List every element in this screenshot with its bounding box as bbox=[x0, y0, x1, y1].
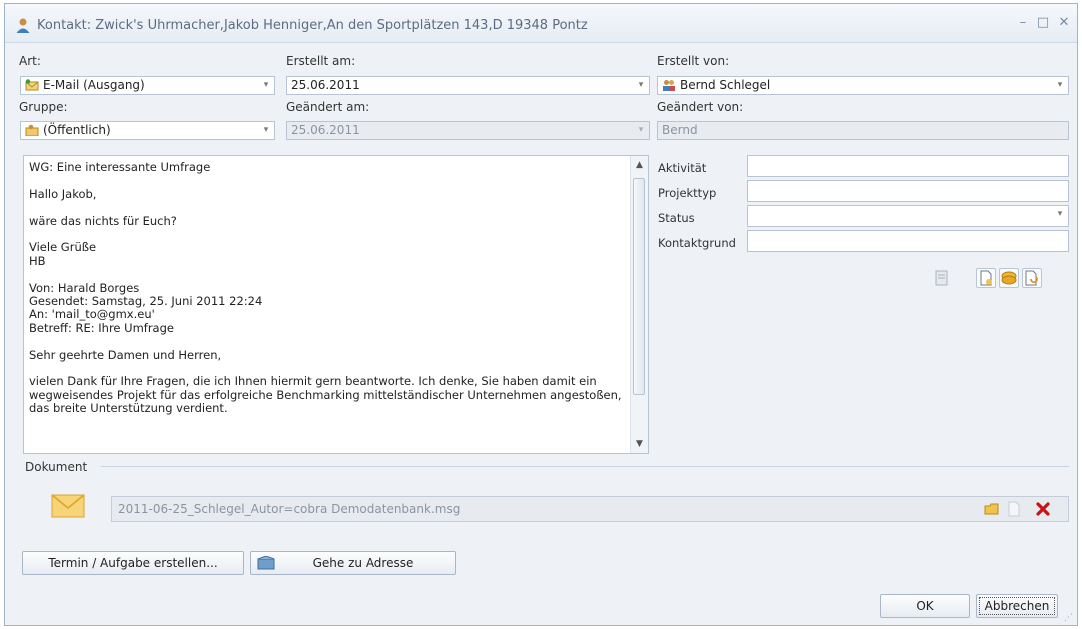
contact-dialog: Kontakt: Zwick's Uhrmacher,Jakob Hennige… bbox=[4, 3, 1078, 626]
section-divider bbox=[101, 466, 1069, 467]
memo-scrollbar[interactable]: ▲ ▼ bbox=[630, 156, 648, 453]
memo-line: Viele Grüße bbox=[29, 240, 97, 255]
geaendert-am-label: Geändert am: bbox=[286, 100, 370, 114]
create-appointment-button[interactable]: Termin / Aufgabe erstellen... bbox=[22, 551, 244, 575]
erstellt-am-value: 25.06.2011 bbox=[291, 78, 360, 92]
ok-button[interactable]: OK bbox=[880, 594, 970, 618]
memo-content[interactable]: WG: Eine interessante Umfrage Hallo Jakob… bbox=[29, 160, 627, 416]
dropdown-arrow-icon[interactable]: ▾ bbox=[1052, 77, 1068, 94]
maximize-button[interactable]: □ bbox=[1032, 14, 1054, 32]
projekttyp-input[interactable] bbox=[747, 180, 1069, 202]
group-folder-icon bbox=[25, 124, 39, 136]
memo-line bbox=[29, 335, 627, 348]
memo-line bbox=[29, 362, 627, 375]
dokument-label: Dokument bbox=[25, 460, 88, 474]
geaendert-von-label: Geändert von: bbox=[657, 100, 744, 114]
dropdown-arrow-icon[interactable]: ▾ bbox=[258, 77, 274, 94]
cancel-button[interactable]: Abbrechen bbox=[976, 594, 1058, 618]
memo-line: wäre das nichts für Euch? bbox=[29, 213, 177, 228]
delete-icon[interactable] bbox=[1035, 501, 1051, 517]
projekttyp-label: Projekttyp bbox=[658, 186, 717, 200]
contact-person-icon bbox=[16, 18, 30, 33]
memo-textarea[interactable]: WG: Eine interessante Umfrage Hallo Jakob… bbox=[23, 155, 649, 454]
gruppe-value: (Öffentlich) bbox=[43, 123, 111, 137]
window-title: Kontakt: Zwick's Uhrmacher,Jakob Hennige… bbox=[37, 18, 588, 33]
erstellt-am-label: Erstellt am: bbox=[286, 54, 356, 68]
memo-line: Von: Harald Borges bbox=[29, 280, 140, 295]
memo-line: WG: Eine interessante Umfrage bbox=[29, 160, 211, 174]
art-label: Art: bbox=[19, 54, 41, 68]
dropdown-arrow-icon[interactable]: ▾ bbox=[1052, 206, 1068, 223]
erstellt-von-value: Bernd Schlegel bbox=[680, 78, 771, 92]
status-label: Status bbox=[658, 211, 695, 225]
gruppe-select[interactable]: (Öffentlich) ▾ bbox=[20, 121, 275, 140]
minimize-button[interactable]: – bbox=[1012, 14, 1034, 32]
go-to-address-button[interactable]: Gehe zu Adresse bbox=[250, 551, 456, 575]
go-to-address-label: Gehe zu Adresse bbox=[312, 556, 414, 570]
close-button[interactable]: ✕ bbox=[1053, 14, 1075, 32]
memo-line: Hallo Jakob, bbox=[29, 186, 97, 201]
memo-line: Betreff: RE: Ihre Umfrage bbox=[29, 320, 174, 335]
dropdown-arrow-icon[interactable]: ▾ bbox=[633, 77, 649, 94]
document-disabled-icon bbox=[932, 268, 952, 288]
title-bar[interactable]: Kontakt: Zwick's Uhrmacher,Jakob Hennige… bbox=[5, 4, 1077, 43]
memo-line bbox=[29, 228, 627, 241]
aktivitaet-input[interactable] bbox=[747, 155, 1069, 177]
kontaktgrund-label: Kontaktgrund bbox=[658, 236, 736, 250]
memo-line: wegweisendes Projekt für das erfolgreich… bbox=[29, 387, 622, 402]
erstellt-am-datepicker[interactable]: 25.06.2011 ▾ bbox=[286, 76, 650, 95]
document-sync-icon[interactable] bbox=[1022, 268, 1042, 288]
memo-line: An: 'mail_to@gmx.eu' bbox=[29, 307, 155, 322]
dropdown-arrow-icon[interactable]: ▾ bbox=[258, 122, 274, 139]
kontaktgrund-input[interactable] bbox=[747, 230, 1069, 252]
database-icon[interactable] bbox=[999, 268, 1019, 288]
copy-document-icon[interactable] bbox=[1006, 501, 1022, 517]
gruppe-label: Gruppe: bbox=[19, 100, 68, 114]
memo-line: Sehr geehrte Damen und Herren, bbox=[29, 347, 222, 362]
geaendert-am-datepicker: 25.06.2011 ▾ bbox=[286, 121, 650, 140]
aktivitaet-label: Aktivität bbox=[658, 161, 707, 175]
erstellt-von-label: Erstellt von: bbox=[657, 54, 730, 68]
open-document-icon[interactable] bbox=[984, 501, 1000, 517]
users-icon bbox=[663, 80, 675, 91]
memo-line: das breite Unterstützung verdient. bbox=[29, 401, 228, 416]
memo-line bbox=[29, 174, 627, 187]
geaendert-von-value: Bernd bbox=[662, 123, 698, 137]
erstellt-von-select[interactable]: Bernd Schlegel ▾ bbox=[657, 76, 1069, 95]
art-value: E-Mail (Ausgang) bbox=[43, 78, 145, 92]
address-icon bbox=[257, 556, 275, 570]
art-select[interactable]: E-Mail (Ausgang) ▾ bbox=[20, 76, 275, 95]
resize-grip-icon[interactable]: ⋰ bbox=[1064, 613, 1073, 623]
scroll-up-icon[interactable]: ▲ bbox=[631, 157, 648, 173]
envelope-icon[interactable] bbox=[50, 491, 86, 521]
status-select[interactable]: ▾ bbox=[747, 205, 1069, 227]
new-document-icon[interactable] bbox=[976, 268, 996, 288]
dropdown-arrow-icon: ▾ bbox=[638, 125, 644, 135]
memo-line: Gesendet: Samstag, 25. Juni 2011 22:24 bbox=[29, 294, 263, 308]
scroll-down-icon[interactable]: ▼ bbox=[631, 436, 648, 452]
scroll-thumb[interactable] bbox=[633, 178, 645, 395]
memo-line bbox=[29, 268, 627, 281]
memo-line: vielen Dank für Ihre Fragen, die ich Ihn… bbox=[29, 374, 597, 389]
geaendert-von-field: Bernd bbox=[657, 121, 1069, 140]
geaendert-am-value: 25.06.2011 bbox=[291, 123, 360, 137]
email-out-icon bbox=[25, 79, 39, 91]
memo-line bbox=[29, 201, 627, 214]
document-filename: 2011-06-25_Schlegel_Autor=cobra Demodate… bbox=[118, 502, 461, 516]
memo-line: HB bbox=[29, 253, 46, 268]
document-path-field: 2011-06-25_Schlegel_Autor=cobra Demodate… bbox=[111, 496, 1069, 522]
